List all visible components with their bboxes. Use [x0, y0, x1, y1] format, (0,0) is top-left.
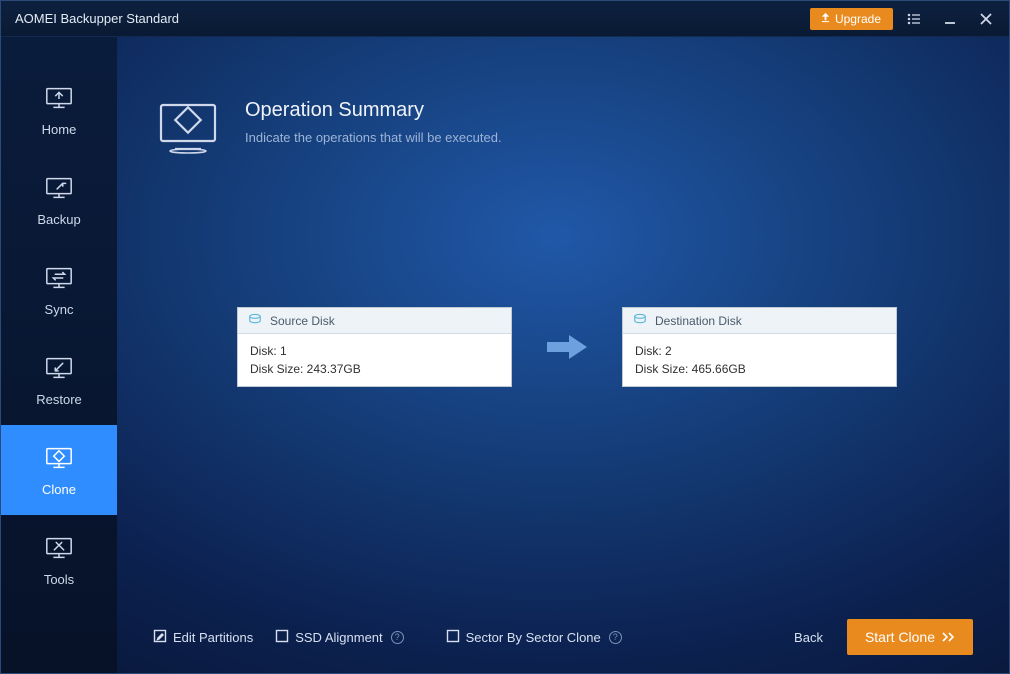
source-disk-size: Disk Size: 243.37GB [250, 360, 499, 378]
destination-disk-number: Disk: 2 [635, 342, 884, 360]
help-icon[interactable]: ? [609, 631, 622, 644]
sidebar-item-label: Home [42, 122, 77, 137]
sidebar-item-clone[interactable]: Clone [1, 425, 117, 515]
restore-icon [43, 354, 75, 382]
sidebar-item-home[interactable]: Home [1, 65, 117, 155]
sidebar-item-tools[interactable]: Tools [1, 515, 117, 605]
source-disk-header: Source Disk [238, 308, 511, 334]
checkbox-icon [275, 629, 289, 646]
arrow-icon [532, 333, 602, 361]
back-button[interactable]: Back [794, 630, 823, 645]
checkbox-icon [446, 629, 460, 646]
app-window: AOMEI Backupper Standard Upgrade Home [0, 0, 1010, 674]
upgrade-icon [820, 12, 831, 26]
destination-disk-card[interactable]: Destination Disk Disk: 2 Disk Size: 465.… [622, 307, 897, 387]
help-icon[interactable]: ? [391, 631, 404, 644]
sidebar-item-label: Tools [44, 572, 74, 587]
chevron-right-icon [941, 629, 955, 645]
start-clone-label: Start Clone [865, 629, 935, 645]
ssd-alignment-checkbox[interactable]: SSD Alignment ? [275, 629, 403, 646]
start-clone-button[interactable]: Start Clone [847, 619, 973, 655]
sector-by-sector-checkbox[interactable]: Sector By Sector Clone ? [446, 629, 622, 646]
menu-button[interactable] [899, 4, 929, 34]
sidebar-item-restore[interactable]: Restore [1, 335, 117, 425]
source-disk-card[interactable]: Source Disk Disk: 1 Disk Size: 243.37GB [237, 307, 512, 387]
tools-icon [43, 534, 75, 562]
sidebar-item-label: Restore [36, 392, 82, 407]
page-title: Operation Summary [245, 99, 502, 122]
source-disk-title: Source Disk [270, 314, 335, 328]
sidebar-item-label: Backup [37, 212, 80, 227]
disk-icon [248, 312, 262, 329]
sidebar-item-sync[interactable]: Sync [1, 245, 117, 335]
sidebar-item-label: Sync [45, 302, 74, 317]
app-title: AOMEI Backupper Standard [15, 11, 179, 26]
ssd-alignment-label: SSD Alignment [295, 630, 382, 645]
page-header: Operation Summary Indicate the operation… [153, 99, 973, 159]
sync-icon [43, 264, 75, 292]
close-button[interactable] [971, 4, 1001, 34]
edit-icon [153, 629, 167, 646]
page-subtitle: Indicate the operations that will be exe… [245, 130, 502, 145]
minimize-button[interactable] [935, 4, 965, 34]
sidebar: Home Backup Sync Restore [1, 37, 117, 673]
backup-icon [43, 174, 75, 202]
source-disk-number: Disk: 1 [250, 342, 499, 360]
clone-icon [43, 444, 75, 472]
disk-icon [633, 312, 647, 329]
sidebar-item-label: Clone [42, 482, 76, 497]
upgrade-label: Upgrade [835, 12, 881, 26]
main-panel: Operation Summary Indicate the operation… [117, 37, 1009, 673]
destination-disk-title: Destination Disk [655, 314, 742, 328]
home-icon [43, 84, 75, 112]
edit-partitions-label: Edit Partitions [173, 630, 253, 645]
summary-icon [153, 99, 223, 159]
destination-disk-header: Destination Disk [623, 308, 896, 334]
edit-partitions-button[interactable]: Edit Partitions [153, 629, 253, 646]
sector-by-sector-label: Sector By Sector Clone [466, 630, 601, 645]
destination-disk-size: Disk Size: 465.66GB [635, 360, 884, 378]
clone-summary-row: Source Disk Disk: 1 Disk Size: 243.37GB [237, 307, 973, 387]
titlebar: AOMEI Backupper Standard Upgrade [1, 1, 1009, 37]
sidebar-item-backup[interactable]: Backup [1, 155, 117, 245]
footer-bar: Edit Partitions SSD Alignment ? Sector B… [153, 619, 973, 655]
upgrade-button[interactable]: Upgrade [810, 8, 893, 30]
